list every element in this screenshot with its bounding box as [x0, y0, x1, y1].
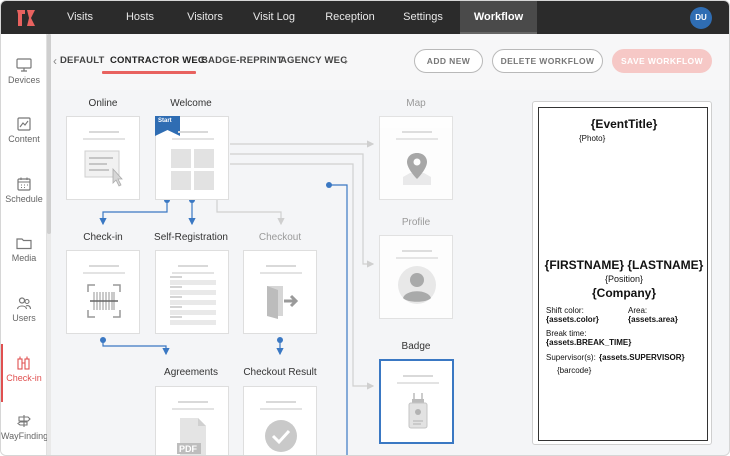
pdf-icon: PDF [177, 418, 206, 455]
badge-break-label: Break time: [546, 329, 587, 338]
app-logo-icon[interactable] [15, 8, 37, 28]
sidebar-item-label: Users [12, 313, 36, 323]
nav-workflow[interactable]: Workflow [460, 1, 537, 34]
sidebar-item-schedule[interactable]: Schedule [1, 165, 47, 223]
barcode-scan-icon [87, 284, 121, 318]
id-badge-icon [408, 393, 428, 429]
node-label-online: Online [88, 98, 118, 109]
calendar-icon [17, 177, 31, 191]
tab-badge-reprint[interactable]: BADGE-REPRINT [201, 55, 283, 66]
node-label-checkout: Checkout [258, 232, 302, 243]
badge-event-title: {EventTitle} [590, 117, 658, 131]
tabs-scroll-left-icon[interactable]: ‹ [53, 54, 57, 68]
node-label-welcome: Welcome [170, 98, 212, 109]
top-navbar: Visits Hosts Visitors Visit Log Receptio… [1, 1, 729, 34]
sidebar-item-label: Media [11, 253, 37, 263]
workflow-canvas[interactable]: Online Welcome Start Map Check-in Self-R… [51, 90, 521, 455]
node-card-agreements[interactable]: PDF [155, 386, 229, 455]
sidebar-item-label: Content [8, 134, 40, 144]
folder-icon [16, 238, 32, 250]
sidebar-item-check-in[interactable]: Check-in [1, 344, 47, 402]
badge-shift-label: Shift color: [546, 306, 584, 315]
form-tap-icon [84, 150, 123, 187]
grid-icon [171, 149, 214, 190]
badge-supervisor-label: Supervisor(s): [546, 353, 596, 362]
node-card-checkout[interactable] [243, 250, 317, 334]
badge-preview[interactable]: {EventTitle} {Photo} {FIRSTNAME} {LASTNA… [538, 107, 708, 441]
monitor-icon [16, 58, 32, 72]
map-pin-icon [403, 153, 431, 185]
nav-settings[interactable]: Settings [391, 1, 455, 34]
tab-default[interactable]: DEFAULT [60, 55, 105, 66]
badge-supervisor-value: {assets.SUPERVISOR} [599, 353, 685, 362]
node-label-map: Map [406, 98, 426, 109]
badge-area-label: Area: [628, 306, 648, 315]
exit-door-icon [267, 286, 299, 319]
content-icon [17, 117, 31, 131]
form-fields-icon [170, 276, 216, 325]
node-card-profile[interactable] [379, 235, 453, 319]
node-label-checkout-result: Checkout Result [243, 367, 317, 378]
checkin-icon [17, 356, 30, 370]
node-card-badge[interactable] [379, 359, 454, 444]
badge-area-value: {assets.area} [628, 315, 678, 324]
node-card-checkout-result[interactable] [243, 386, 317, 455]
sidebar-item-media[interactable]: Media [1, 224, 47, 282]
node-label-badge: Badge [401, 341, 431, 352]
check-circle-icon [265, 420, 297, 452]
sidebar-item-wayfinding[interactable]: WayFinding [1, 402, 49, 455]
badge-barcode-placeholder: {barcode} [557, 366, 592, 375]
signpost-icon [17, 415, 31, 427]
user-profile-icon [398, 266, 436, 304]
save-workflow-button[interactable]: SAVE WORKFLOW [612, 49, 712, 73]
delete-workflow-button[interactable]: DELETE WORKFLOW [492, 49, 603, 73]
sidebar-item-label: Devices [7, 75, 40, 85]
sidebar-item-content[interactable]: Content [1, 105, 47, 163]
sidebar-item-label: Check-in [6, 373, 42, 383]
nav-visitors[interactable]: Visitors [173, 1, 237, 34]
nav-hosts[interactable]: Hosts [111, 1, 169, 34]
tab-contractor-wec[interactable]: CONTRACTOR WEC [110, 55, 205, 66]
sidebar-item-label: Schedule [5, 194, 43, 204]
node-card-map[interactable] [379, 116, 453, 200]
users-icon [16, 297, 32, 310]
badge-photo-placeholder: {Photo} [579, 134, 606, 143]
sidebar-item-users[interactable]: Users [1, 284, 47, 342]
nav-visit-log[interactable]: Visit Log [241, 1, 307, 34]
badge-company: {Company} [591, 286, 656, 300]
sidebar-item-devices[interactable]: Devices [1, 46, 47, 104]
nav-visits[interactable]: Visits [51, 1, 109, 34]
sidebar-item-label: WayFinding [1, 431, 49, 441]
node-label-check-in: Check-in [83, 232, 123, 243]
app-window: Visits Hosts Visitors Visit Log Receptio… [0, 0, 730, 456]
badge-break-value: {assets.BREAK_TIME} [546, 338, 632, 347]
badge-shift-value: {assets.color} [546, 315, 599, 324]
badge-position: {Position} [604, 274, 644, 284]
workflow-tabs-bar: ‹ DEFAULT CONTRACTOR WEC BADGE-REPRINT A… [51, 34, 729, 90]
node-card-welcome[interactable]: Start [155, 116, 229, 200]
start-tag-label: Start [158, 118, 172, 124]
sidebar: Devices Content Schedule Media Users Che… [1, 34, 49, 455]
node-label-profile: Profile [401, 217, 431, 228]
nav-reception[interactable]: Reception [315, 1, 385, 34]
tabs-scroll-right-icon[interactable]: › [344, 54, 348, 68]
node-card-check-in[interactable] [66, 250, 140, 334]
tab-agency-wec[interactable]: AGENCY WEC [280, 55, 347, 66]
node-label-agreements: Agreements [164, 367, 218, 378]
node-card-online[interactable] [66, 116, 140, 200]
active-tab-indicator [102, 71, 196, 74]
add-new-button[interactable]: ADD NEW [414, 49, 483, 73]
node-card-self-registration[interactable] [155, 250, 229, 334]
svg-text:PDF: PDF [179, 444, 198, 454]
badge-name: {FIRSTNAME} {LASTNAME} [544, 258, 704, 272]
badge-preview-panel: {EventTitle} {Photo} {FIRSTNAME} {LASTNA… [532, 101, 712, 445]
node-label-self-registration: Self-Registration [154, 232, 228, 243]
user-avatar[interactable]: DU [690, 7, 712, 29]
